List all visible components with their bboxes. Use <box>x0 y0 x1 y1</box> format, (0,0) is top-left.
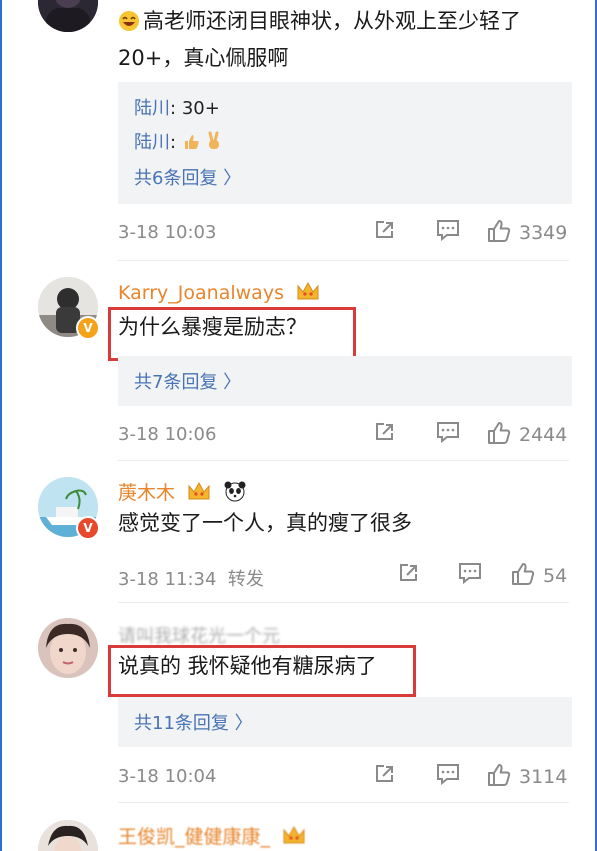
comment-actions: 3114 <box>369 762 569 792</box>
avatar[interactable] <box>38 618 98 678</box>
comment-text: 感觉变了一个人，真的瘦了很多 <box>118 511 412 535</box>
crown-icon <box>282 824 306 851</box>
more-replies-link[interactable]: 共11条回复 〉 <box>134 709 253 735</box>
comment-time: 3-18 11:34 转发 <box>118 569 264 590</box>
comment-actions: 54 <box>393 561 569 591</box>
laugh-emoji-icon <box>118 9 140 42</box>
comment-feed: 高老师还闭目眼神状，从外观上至少轻了20+，真心佩服啊 陆川: 30+ 陆川: … <box>0 0 597 851</box>
avatar-image <box>38 0 98 32</box>
reply-preview-box[interactable]: 共7条回复 〉 <box>118 356 572 406</box>
divider <box>118 260 569 261</box>
username[interactable]: 王俊凯_健健康康_ <box>118 822 306 851</box>
like-icon[interactable] <box>511 561 537 591</box>
avatar[interactable] <box>38 820 98 851</box>
divider <box>118 602 569 603</box>
like-count: 3349 <box>519 222 568 244</box>
avatar-image <box>38 820 98 851</box>
panda-icon <box>223 480 247 507</box>
more-replies-link[interactable]: 共6条回复 〉 <box>134 164 241 190</box>
reply-username[interactable]: 陆川 <box>134 98 170 119</box>
comment-icon[interactable] <box>435 420 461 448</box>
divider <box>118 460 569 461</box>
victory-emoji-icon <box>206 131 222 156</box>
comment-actions: 3349 <box>369 218 569 248</box>
like-count: 54 <box>543 565 568 587</box>
comment-actions: 2444 <box>369 420 569 450</box>
highlight-box <box>108 307 356 361</box>
thumbs-up-emoji-icon <box>182 133 200 156</box>
like-icon[interactable] <box>487 762 513 792</box>
reply-item: 陆川: <box>134 128 222 156</box>
share-icon[interactable] <box>373 218 397 246</box>
comment-time: 3-18 10:04 <box>118 766 217 787</box>
highlight-box <box>108 645 416 697</box>
avatar[interactable] <box>38 0 98 32</box>
more-replies-link[interactable]: 共7条回复 〉 <box>134 368 241 394</box>
comment-icon[interactable] <box>435 762 461 790</box>
username[interactable]: Karry_Joanalways <box>118 280 320 307</box>
reply-preview-box[interactable]: 共11条回复 〉 <box>118 697 572 747</box>
share-icon[interactable] <box>373 420 397 448</box>
share-icon[interactable] <box>373 762 397 790</box>
comment-time: 3-18 10:06 <box>118 424 217 445</box>
reply-preview-box[interactable]: 陆川: 30+ 陆川: 共6条回复 〉 <box>118 82 572 204</box>
verified-badge: V <box>76 516 100 540</box>
avatar-image <box>38 618 98 678</box>
reply-username[interactable]: 陆川 <box>134 132 170 153</box>
repost-label[interactable]: 转发 <box>228 569 264 590</box>
comment-text: 高老师还闭目眼神状，从外观上至少轻了20+，真心佩服啊 <box>118 9 521 70</box>
crown-icon <box>187 480 211 507</box>
crown-icon <box>296 280 320 307</box>
reply-item: 陆川: 30+ <box>134 98 220 119</box>
username[interactable]: 菮木木 <box>118 478 247 507</box>
verified-badge: V <box>76 316 100 340</box>
like-icon[interactable] <box>487 420 513 450</box>
comment-icon[interactable] <box>457 561 483 589</box>
comment-icon[interactable] <box>435 218 461 246</box>
divider <box>118 802 569 803</box>
share-icon[interactable] <box>397 561 421 589</box>
like-icon[interactable] <box>487 218 513 248</box>
comment-time: 3-18 10:03 <box>118 222 217 243</box>
reply-text: 30+ <box>181 98 220 119</box>
like-count: 3114 <box>519 766 568 788</box>
like-count: 2444 <box>519 424 568 446</box>
